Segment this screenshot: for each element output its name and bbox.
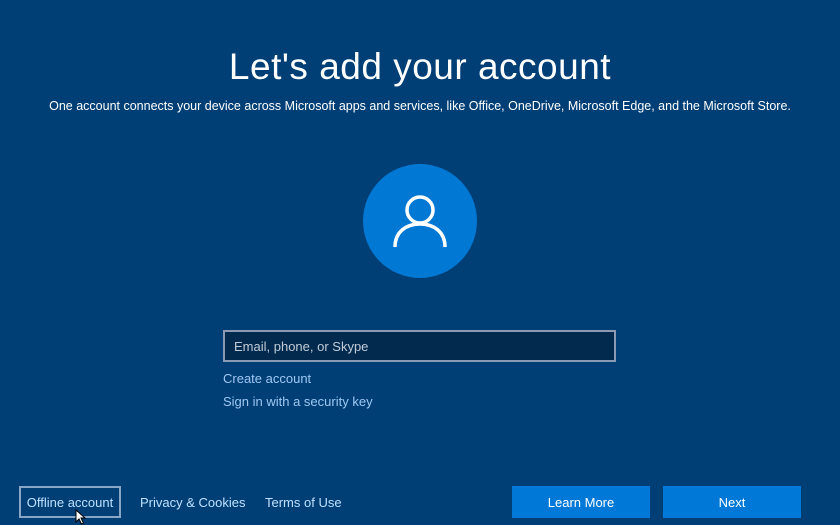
offline-account-label: Offline account: [26, 494, 114, 510]
privacy-cookies-link[interactable]: Privacy & Cookies: [140, 495, 245, 510]
avatar: [363, 164, 477, 278]
page-title: Let's add your account: [228, 46, 612, 87]
offline-account-button[interactable]: Offline account: [19, 486, 121, 518]
page-subtitle: One account connects your device across …: [49, 99, 791, 113]
email-field[interactable]: [223, 330, 616, 362]
user-icon: [393, 195, 447, 248]
security-key-link[interactable]: Sign in with a security key: [223, 394, 373, 409]
create-account-link[interactable]: Create account: [223, 371, 311, 386]
terms-of-use-link[interactable]: Terms of Use: [265, 495, 342, 510]
learn-more-button[interactable]: Learn More: [512, 486, 650, 518]
next-button[interactable]: Next: [663, 486, 801, 518]
mouse-cursor-icon: [75, 509, 87, 525]
